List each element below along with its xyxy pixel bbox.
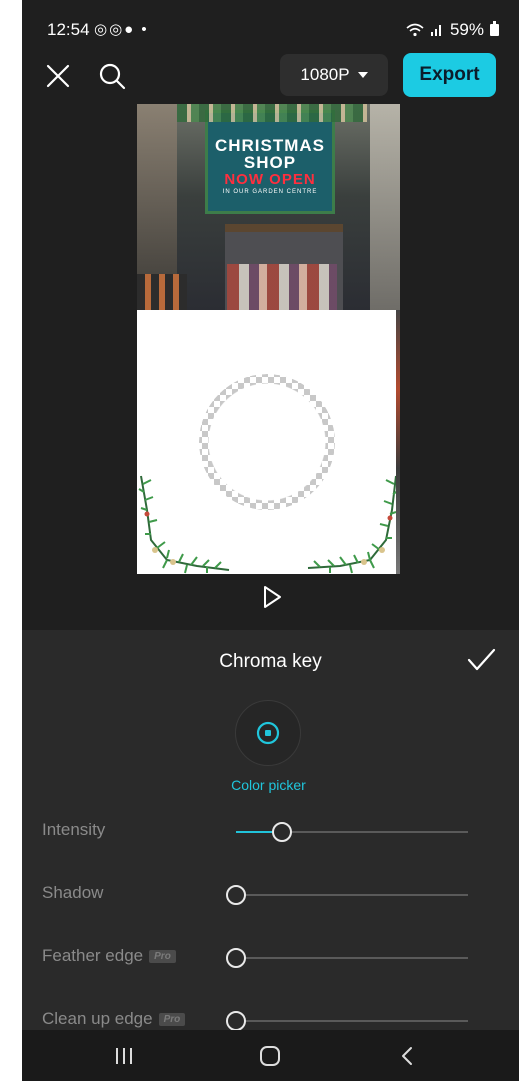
video-preview[interactable]: CHRISTMAS SHOP NOW OPEN IN OUR GARDEN CE… [137,104,400,574]
shadow-label: Shadow [42,883,104,902]
check-icon [467,648,496,671]
feather-edge-thumb[interactable] [226,948,246,968]
frame-crowd [227,264,337,310]
battery-percent: 59% [449,20,484,39]
back-icon [402,1047,412,1065]
system-nav-bar [22,1030,519,1081]
feather-edge-row: Feather edge Pro [22,942,519,972]
intensity-slider[interactable] [236,822,468,842]
editor-toolbar: 1080P Export [22,52,519,100]
frame-figures [137,274,187,310]
editor-area: 12:54 ◎◎● • 59% 1080P Export CHRISTMAS S… [22,0,519,630]
feather-edge-label: Feather edge [42,946,144,965]
play-button[interactable] [257,583,285,611]
intensity-thumb[interactable] [272,822,293,842]
resolution-dropdown[interactable]: 1080P [280,54,388,96]
confirm-button[interactable] [465,644,501,680]
phone-screen: 12:54 ◎◎● • 59% 1080P Export CHRISTMAS S… [22,0,519,1081]
play-icon [264,586,281,608]
overlay-frame [137,310,400,574]
clean-up-edge-slider[interactable] [226,1011,468,1031]
intensity-label: Intensity [42,820,106,839]
panel-title: Chroma key [219,651,322,672]
chroma-key-panel: Chroma key Color picker Intensity Shadow [22,630,519,1031]
sign-line-2: SHOP [243,153,297,172]
export-button[interactable]: Export [403,53,496,97]
color-picker-icon [256,721,280,745]
shadow-thumb[interactable] [226,885,246,905]
frame-wall-right [370,104,400,310]
status-time: 12:54 [47,20,90,39]
frame-garland [177,104,367,122]
shadow-slider[interactable] [226,885,468,905]
color-picker-label[interactable]: Color picker [22,777,515,793]
notification-icons: ◎◎● • [94,21,149,38]
search-button[interactable] [94,58,130,94]
status-right: 59% [406,20,499,40]
clean-up-edge-thumb[interactable] [226,1011,246,1031]
close-button[interactable] [40,58,76,94]
background-video-frame: CHRISTMAS SHOP NOW OPEN IN OUR GARDEN CE… [137,104,400,318]
pro-badge: Pro [158,1013,186,1027]
search-icon [99,63,126,90]
wifi-icon [406,23,424,37]
pine-branch-right [307,475,399,574]
recent-apps-icon [116,1048,132,1064]
clean-up-edge-label-wrap: Clean up edge Pro [42,1009,186,1029]
feather-edge-slider[interactable] [226,948,468,968]
pine-branch-left [138,475,230,574]
recent-apps-button[interactable] [104,1038,144,1074]
frame-edge-strip [396,310,400,574]
status-bar: 12:54 ◎◎● • 59% [22,14,519,48]
home-button[interactable] [250,1038,290,1074]
signal-icon [430,25,441,36]
intensity-row: Intensity [22,816,519,846]
sign-line-4: IN OUR GARDEN CENTRE [222,189,318,195]
chevron-down-icon [357,72,368,78]
feather-edge-label-wrap: Feather edge Pro [42,946,176,966]
home-icon [260,1046,280,1066]
back-button[interactable] [388,1038,428,1074]
resolution-value: 1080P [300,65,350,84]
christmas-shop-sign: CHRISTMAS SHOP NOW OPEN IN OUR GARDEN CE… [205,110,335,214]
close-icon [46,64,70,88]
pro-badge: Pro [149,950,176,964]
clean-up-edge-label: Clean up edge [42,1009,153,1028]
color-picker-button[interactable] [235,700,301,766]
shadow-row: Shadow [22,879,519,909]
sign-line-1: CHRISTMAS [214,136,326,155]
battery-icon [490,21,499,36]
sign-line-3: NOW OPEN [224,171,316,188]
